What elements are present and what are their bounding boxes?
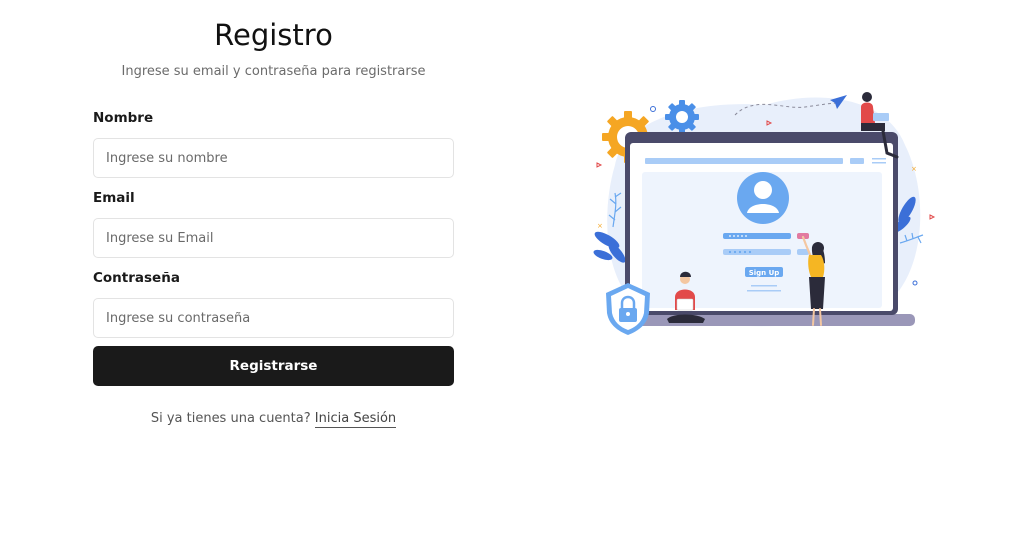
gear-icon: [665, 100, 699, 134]
email-label: Email: [93, 190, 135, 206]
password-input[interactable]: [93, 298, 454, 338]
email-input[interactable]: [93, 218, 454, 258]
signup-button-text: Sign Up: [749, 269, 780, 277]
lock-shield-icon: [606, 283, 650, 335]
page-title: Registro: [214, 18, 333, 52]
laptop-base: [615, 314, 915, 326]
signup-illustration: × × Sign Up: [593, 92, 936, 335]
user-avatar-icon: [737, 172, 789, 224]
password-label: Contraseña: [93, 270, 180, 286]
login-prompt: Si ya tienes una cuenta? Inicia Sesión: [93, 411, 454, 428]
page-subtitle: Ingrese su email y contraseña para regis…: [121, 64, 426, 79]
svg-text:×: ×: [597, 222, 603, 230]
name-input[interactable]: [93, 138, 454, 178]
login-link[interactable]: Inicia Sesión: [314, 411, 397, 428]
svg-text:×: ×: [911, 165, 917, 173]
login-prompt-text: Si ya tienes una cuenta?: [150, 411, 311, 426]
name-label: Nombre: [93, 110, 154, 126]
register-button[interactable]: Registrarse: [93, 346, 454, 386]
